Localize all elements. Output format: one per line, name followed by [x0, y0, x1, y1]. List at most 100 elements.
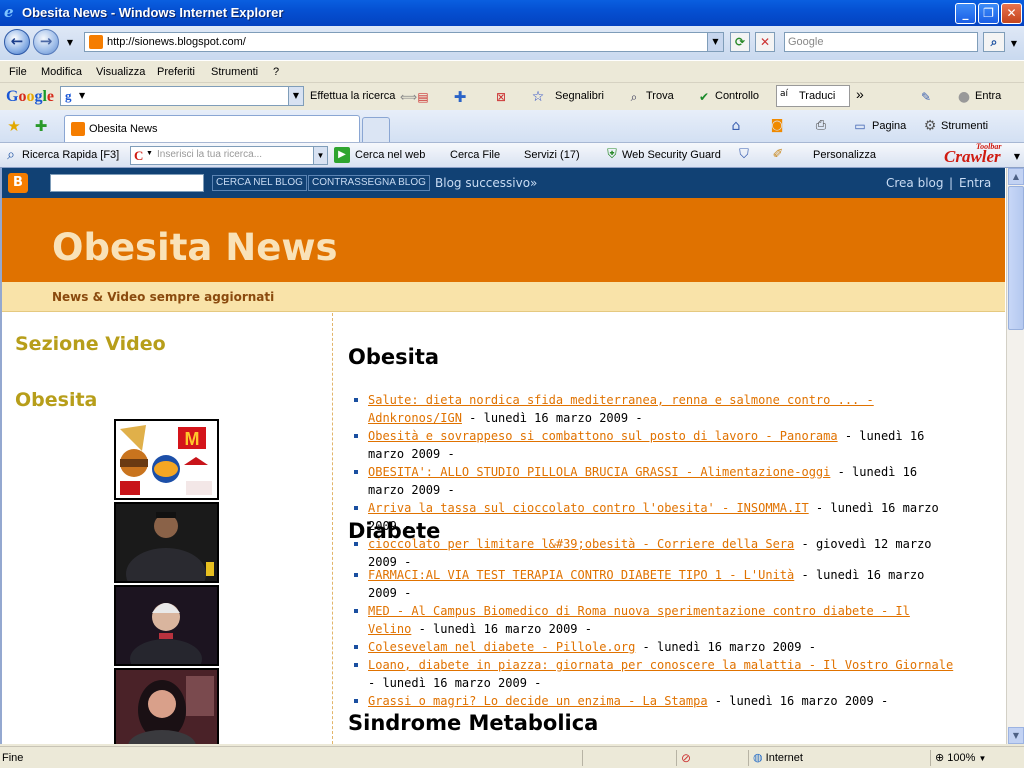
ie-window: e Obesita News - Windows Internet Explor…	[0, 0, 1024, 768]
page-menu-button[interactable]: Pagina	[872, 120, 906, 132]
close-button[interactable]: ✕	[1001, 3, 1022, 24]
spellcheck-icon[interactable]: ✔	[696, 89, 712, 105]
sidebar-heading-obesita: Obesita	[15, 389, 98, 411]
status-text: Fine	[2, 752, 24, 764]
crawler-logo[interactable]: Crawler Toolbar	[944, 142, 1002, 167]
blogger-logo-icon[interactable]: B	[8, 173, 28, 193]
menu-preferiti[interactable]: Preferiti	[157, 66, 195, 78]
google-g-icon: g	[65, 88, 72, 103]
history-dropdown-icon[interactable]: ▼	[62, 35, 78, 51]
google-signin-button[interactable]: Entra	[975, 90, 1001, 102]
search-go-button[interactable]: ⌕	[983, 32, 1005, 52]
security-zone[interactable]: ◍ Internet	[748, 750, 926, 766]
live-search-input[interactable]: Google	[784, 32, 978, 52]
web-security-guard-button[interactable]: Web Security Guard	[622, 149, 721, 161]
blog-search-input[interactable]	[50, 174, 204, 192]
search-options-icon[interactable]: ▼	[1006, 36, 1022, 52]
tools-menu-button[interactable]: Strumenti	[941, 120, 988, 132]
section-heading-obesita: Obesita	[348, 345, 440, 369]
feeds-icon[interactable]: ◙	[769, 118, 785, 134]
spellcheck-button[interactable]: Controllo	[715, 90, 759, 102]
address-bar[interactable]: http://sionews.blogspot.com/ ▼	[84, 32, 724, 52]
news-link[interactable]: FARMACI:AL VIA TEST TERAPIA CONTRO DIABE…	[368, 568, 794, 582]
quick-search-icon[interactable]: ⌕	[3, 147, 19, 163]
quick-search-button[interactable]: Ricerca Rapida [F3]	[22, 149, 119, 161]
restore-button[interactable]: ❐	[978, 3, 999, 24]
tools-gear-icon[interactable]: ⚙	[922, 118, 938, 134]
forward-button[interactable]: →	[33, 29, 59, 55]
google-logo[interactable]: Google	[6, 88, 54, 106]
video-thumbnail[interactable]: M	[114, 419, 219, 500]
address-dropdown-icon[interactable]: ▼	[707, 33, 723, 51]
add-button-icon[interactable]: ✚	[452, 89, 468, 105]
bookmarks-star-icon[interactable]: ☆	[530, 89, 546, 105]
minimize-button[interactable]: _	[955, 3, 976, 24]
page-icon[interactable]: ▭	[852, 118, 868, 134]
services-button[interactable]: Servizi (17)	[524, 149, 580, 161]
back-button[interactable]: ←	[4, 29, 30, 55]
menu-strumenti[interactable]: Strumenti	[211, 66, 258, 78]
menu-visualizza[interactable]: Visualizza	[96, 66, 145, 78]
video-thumbnail[interactable]	[114, 502, 219, 583]
scroll-down-icon[interactable]: ▼	[1008, 727, 1024, 744]
flag-blog-button[interactable]: CONTRASSEGNA BLOG	[308, 175, 430, 191]
section-heading-sindrome-metabolica: Sindrome Metabolica	[348, 711, 599, 735]
menu-modifica[interactable]: Modifica	[41, 66, 82, 78]
news-link[interactable]: Arriva la tassa sul cioccolato contro l'…	[368, 501, 809, 515]
play-search-icon[interactable]: ▶	[334, 147, 350, 163]
crawler-engine-dropdown-icon[interactable]: ▼	[146, 150, 153, 157]
news-link[interactable]: Obesità e sovrappeso si combattono sul p…	[368, 429, 838, 443]
menu-file[interactable]: File	[9, 66, 27, 78]
web-search-button[interactable]: Cerca nel web	[355, 149, 425, 161]
popup-blocker-icon[interactable]: ⊠	[493, 89, 509, 105]
wrench-settings-icon[interactable]: ✎	[918, 89, 934, 105]
menu-help[interactable]: ?	[273, 66, 279, 78]
popup-blocked-icon[interactable]: ⊘	[676, 750, 746, 766]
google-toolbar: Google g ▼ ▼ Effettua la ricerca ⟺ ▤ ✚ ⊠…	[0, 82, 1024, 110]
blog-search-button[interactable]: CERCA NEL BLOG	[212, 175, 307, 191]
news-date: - lunedì 16 marzo 2009 -	[707, 694, 889, 708]
home-icon[interactable]: ⌂	[728, 118, 744, 134]
find-magnifier-icon[interactable]: ⌕	[626, 89, 642, 105]
crawler-search-input[interactable]: C ▼ Inserisci la tua ricerca... ▼	[130, 146, 328, 165]
more-chevron-icon[interactable]: »	[856, 86, 864, 102]
google-g-dropdown-icon[interactable]: ▼	[79, 91, 85, 100]
crawler-menu-icon[interactable]: ▼	[1009, 149, 1024, 165]
new-tab-button[interactable]	[362, 117, 390, 142]
scrollbar-thumb[interactable]	[1008, 186, 1024, 330]
customize-button[interactable]: Personalizza	[813, 149, 876, 161]
news-link[interactable]: OBESITA': ALLO STUDIO PILLOLA BRUCIA GRA…	[368, 465, 830, 479]
favorites-star-icon[interactable]: ★	[6, 118, 22, 134]
bookmarks-button[interactable]: Segnalibri	[555, 90, 604, 102]
vertical-scrollbar[interactable]: ▲ ▼	[1006, 168, 1024, 744]
globe-icon: ◍	[753, 752, 763, 764]
video-thumbnail[interactable]	[114, 668, 219, 744]
find-button[interactable]: Trova	[646, 90, 674, 102]
print-icon[interactable]: ⎙	[813, 118, 829, 134]
broom-icon[interactable]: ✐	[770, 147, 786, 163]
google-search-input[interactable]: g ▼ ▼	[60, 86, 304, 106]
google-search-button[interactable]: Effettua la ricerca	[310, 90, 395, 102]
video-thumbnail[interactable]	[114, 585, 219, 666]
scroll-up-icon[interactable]: ▲	[1008, 168, 1024, 185]
google-search-dropdown-icon[interactable]: ▼	[288, 87, 303, 105]
stop-button[interactable]: ✕	[755, 32, 775, 52]
blogger-signin-link[interactable]: Entra	[959, 176, 991, 190]
file-search-button[interactable]: Cerca File	[450, 149, 500, 161]
news-link[interactable]: Grassi o magri? Lo decide un enzima - La…	[368, 694, 708, 708]
news-link[interactable]: Colesevelam nel diabete - Pillole.org	[368, 640, 635, 654]
title-bar: e Obesita News - Windows Internet Explor…	[0, 0, 1024, 26]
shield-tool-icon[interactable]: ⛉	[736, 147, 752, 163]
next-blog-link[interactable]: Blog successivo»	[435, 176, 537, 190]
create-blog-link[interactable]: Crea blog	[886, 176, 944, 190]
zoom-control[interactable]: ⊕ 100% ▼	[930, 750, 1020, 766]
search-options-arrows-icon[interactable]: ⟺	[400, 89, 417, 105]
translate-button[interactable]: aí Traduci	[776, 85, 850, 107]
news-icon[interactable]: ▤	[415, 89, 431, 105]
refresh-button[interactable]: ⟳	[730, 32, 750, 52]
blog-title[interactable]: Obesita News	[52, 226, 338, 269]
tab-obesita-news[interactable]: Obesita News	[64, 115, 360, 142]
crawler-input-dropdown-icon[interactable]: ▼	[313, 147, 327, 164]
add-favorites-icon[interactable]: ✚	[33, 118, 49, 134]
news-link[interactable]: Loano, diabete in piazza: giornata per c…	[368, 658, 953, 672]
